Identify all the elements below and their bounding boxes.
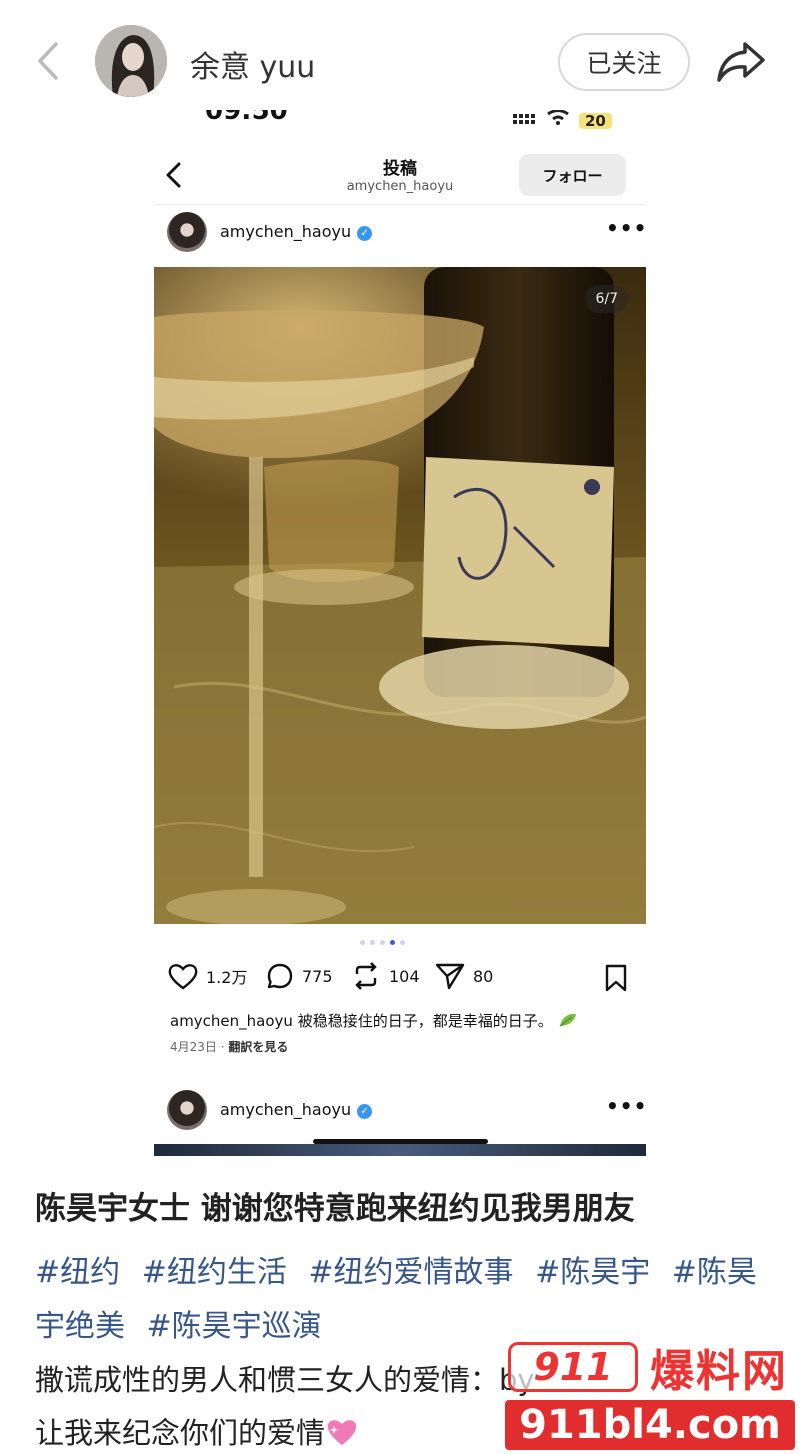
carousel-dot (380, 940, 385, 945)
watermark-url: 911bl4.com (505, 1400, 795, 1450)
post-photo[interactable]: 6/7 (154, 267, 646, 924)
caption-text: 被稳稳接住的日子，都是幸福的日子。 (297, 1012, 553, 1030)
post-username-text[interactable]: amychen_haoyu (220, 222, 351, 241)
note-title: 陈昊宇女士 谢谢您特意跑来纽约见我男朋友 (35, 1191, 635, 1227)
watermark-logo: 911 (508, 1342, 638, 1392)
translate-link[interactable]: 翻訳を見る (228, 1040, 288, 1054)
sparkling-heart-icon (327, 1420, 357, 1445)
comment-icon[interactable] (266, 962, 294, 990)
author-name[interactable]: 余意 yuu (190, 42, 315, 86)
status-time: 09:50 (205, 110, 288, 126)
next-post-header: amychen_haoyu ✓ ••• (154, 1088, 646, 1136)
share-icon[interactable] (715, 38, 767, 84)
post-username[interactable]: amychen_haoyu ✓ (220, 222, 373, 241)
hashtag[interactable]: #纽约 (35, 1255, 120, 1290)
bookmark-icon[interactable] (604, 964, 628, 992)
caption-username[interactable]: amychen_haoyu (170, 1012, 293, 1030)
heart-icon[interactable] (168, 962, 198, 990)
like-count: 1.2万 (206, 968, 248, 987)
post-header: amychen_haoyu ✓ ••• (154, 210, 646, 258)
note-body-line2: 让我来纪念你们的爱情 (35, 1410, 359, 1452)
comment-count: 775 (302, 966, 333, 986)
more-icon[interactable]: ••• (606, 216, 647, 240)
top-bar: 余意 yuu 已关注 (0, 0, 800, 122)
post-username-text[interactable]: amychen_haoyu (220, 1100, 351, 1119)
carousel-dot-active (390, 940, 395, 945)
hashtag[interactable]: #陈昊宇 (535, 1255, 650, 1290)
watermark: 911 爆料网 911bl4.com (500, 1336, 800, 1454)
note-body-line2-text: 让我来纪念你们的爱情 (35, 1416, 326, 1450)
post-caption: amychen_haoyu 被稳稳接住的日子，都是幸福的日子。 (170, 1010, 578, 1031)
battery-indicator: 20 (579, 113, 612, 129)
more-icon[interactable]: ••• (606, 1094, 647, 1118)
send-icon[interactable] (435, 962, 465, 990)
comment-action[interactable]: 775 (266, 962, 333, 990)
ig-follow-button[interactable]: フォロー (519, 154, 626, 196)
home-indicator (313, 1139, 488, 1144)
send-action[interactable]: 80 (435, 962, 493, 990)
back-icon[interactable] (30, 38, 70, 84)
wifi-icon (547, 110, 569, 125)
post-username[interactable]: amychen_haoyu ✓ (220, 1100, 373, 1119)
verified-icon: ✓ (357, 226, 373, 241)
repost-icon[interactable] (351, 962, 381, 990)
carousel-dots (360, 940, 405, 945)
embedded-screenshot: 09:50 20 投稿 amychen_haoyu フォロー amychen_h… (0, 110, 800, 1160)
follow-button[interactable]: 已关注 (558, 33, 690, 91)
post-date: 4月23日 (170, 1040, 217, 1054)
post-meta: 4月23日 · 翻訳を見る (170, 1038, 288, 1055)
carousel-dot (360, 940, 365, 945)
avatar[interactable] (167, 1090, 207, 1130)
repost-action[interactable]: 104 (351, 962, 420, 990)
hashtag[interactable]: #纽约爱情故事 (308, 1255, 513, 1290)
carousel-dot (400, 940, 405, 945)
note-body-line1: 撒谎成性的男人和惯三女人的爱情：by (35, 1363, 535, 1397)
status-icons: 20 (513, 110, 612, 129)
status-bar: 09:50 20 (0, 110, 800, 136)
verified-icon: ✓ (357, 1104, 373, 1119)
repost-count: 104 (389, 966, 420, 986)
send-count: 80 (473, 966, 494, 986)
hashtag[interactable]: #纽约生活 (142, 1255, 287, 1290)
carousel-dot (370, 940, 375, 945)
avatar[interactable] (167, 212, 207, 252)
meta-separator: · (220, 1040, 225, 1054)
ig-header: 投稿 amychen_haoyu フォロー (154, 150, 646, 205)
signal-icon (513, 114, 535, 124)
avatar[interactable] (95, 25, 167, 97)
watermark-name: 爆料网 (650, 1346, 788, 1397)
like-action[interactable]: 1.2万 (168, 962, 247, 990)
next-post-photo-edge (154, 1144, 646, 1156)
post-actions: 1.2万 775 104 80 (154, 962, 646, 998)
photo-counter: 6/7 (585, 285, 628, 313)
leaf-icon (559, 1013, 576, 1027)
hashtag[interactable]: #陈昊宇巡演 (147, 1309, 322, 1344)
